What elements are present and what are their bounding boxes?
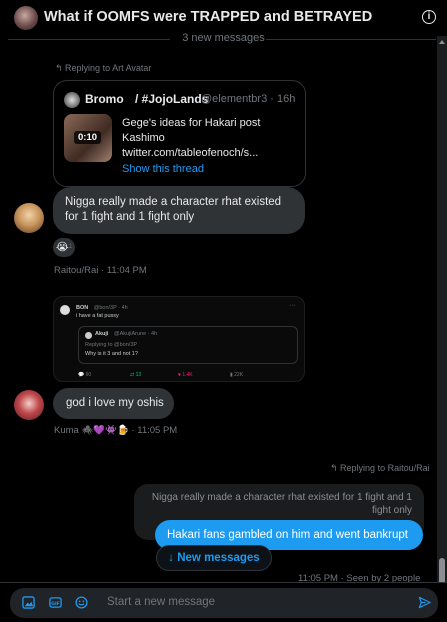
embed-text: i have a fat pussy	[76, 313, 119, 319]
inner-text: Why is it 3 and not 1?	[85, 351, 138, 357]
inner-handle: @AkujiArune · 4h	[113, 331, 158, 337]
message-time-2: 11:05 PM	[137, 425, 178, 436]
quote-handle: @elementbr3 · 16h	[201, 93, 296, 105]
quoted-tweet-card[interactable]: Bromo / #JojoLands @elementbr3 · 16h 0:1…	[53, 80, 306, 187]
reaction-count: 1	[68, 244, 73, 250]
embed-like-count: ♥ 1.4K	[178, 372, 193, 378]
sender-name-2: Kuma	[54, 425, 79, 436]
message-meta: Raitou/Rai · 11:04 PM	[54, 265, 147, 276]
embed-author-name: BON	[76, 305, 89, 311]
message-meta-2: Kuma 🕷️💜👾🍺 · 11:05 PM	[54, 425, 178, 436]
inner-reply: Replying to @bon/3P	[85, 342, 138, 348]
sender-emojis: 🕷️💜👾🍺	[81, 425, 129, 436]
send-icon[interactable]	[418, 596, 431, 609]
scroll-down-icon[interactable]	[439, 574, 445, 578]
show-thread-link[interactable]: Show this thread	[122, 163, 204, 175]
conversation-title: What if OOMFS were TRAPPED and BETRAYED	[44, 9, 373, 25]
sender-avatar[interactable]	[14, 203, 44, 233]
quote-author: Bromo	[85, 92, 124, 106]
quoted-message-text: Nigga really made a character rhat exist…	[151, 492, 412, 516]
sender-name: Raitou/Rai	[54, 265, 99, 276]
sender-avatar-2[interactable]	[14, 390, 44, 420]
view-count: 22K	[234, 372, 244, 378]
message-bubble: Nigga really made a character rhat exist…	[53, 187, 305, 234]
inner-avatar	[85, 332, 92, 339]
gif-icon[interactable]: GIF	[49, 596, 62, 609]
reply-arrow-icon: ↰	[55, 63, 66, 73]
svg-text:GIF: GIF	[51, 601, 60, 607]
new-messages-button[interactable]: ↓ New messages	[156, 545, 272, 571]
new-messages-divider: 3 new messages	[0, 32, 447, 46]
reply-context-label-2: Replying to Raitou/Rai	[340, 463, 430, 473]
retweet-count: 13	[135, 372, 142, 378]
quote-author-name: Bromo / #JojoLands	[85, 92, 208, 106]
inner-author: Akuji @AkujiArune · 4h	[95, 331, 157, 337]
message-composer[interactable]: GIF Start a new message	[10, 588, 438, 618]
quote-author-avatar	[64, 92, 80, 108]
inner-author-name: Akuji	[95, 331, 109, 337]
more-icon: ···	[289, 302, 296, 309]
crying-emoji: 😭	[55, 241, 69, 254]
group-avatar[interactable]	[14, 6, 38, 30]
embed-view-count: ▮ 22K	[230, 372, 244, 378]
like-count: 1.4K	[182, 372, 193, 378]
reply-arrow-icon: ↰	[330, 463, 341, 473]
conversation-header: What if OOMFS were TRAPPED and BETRAYED …	[0, 0, 447, 36]
quote-title-part: / #JojoLands	[135, 92, 209, 106]
quote-link[interactable]: twitter.com/tableofenoch/s...	[122, 147, 258, 159]
reply-context-label: Replying to Art Avatar	[65, 63, 152, 73]
tweet-screenshot-image[interactable]: BON @bon/3P · 4h i have a fat pussy ··· …	[53, 296, 305, 382]
message-input-placeholder[interactable]: Start a new message	[107, 596, 215, 608]
scrollbar[interactable]	[437, 36, 447, 602]
emoji-icon[interactable]	[75, 596, 88, 609]
video-duration: 0:10	[74, 131, 102, 144]
reply-context[interactable]: ↰ Replying to Art Avatar	[55, 63, 151, 74]
embed-author: BON @bon/3P · 4h	[76, 305, 128, 311]
message-bubble-2: god i love my oshis	[53, 388, 174, 419]
video-thumbnail[interactable]: 0:10	[64, 114, 112, 162]
reply-count: 60	[85, 372, 92, 378]
reply-context-2[interactable]: ↰ Replying to Raitou/Rai	[330, 463, 430, 474]
image-icon[interactable]	[22, 596, 35, 609]
embed-inner-quote: Akuji @AkujiArune · 4h Replying to @bon/…	[78, 326, 298, 364]
quote-text-body: Gege's ideas for Hakari post Kashimo	[122, 117, 261, 144]
quote-text: Gege's ideas for Hakari post Kashimo twi…	[122, 116, 302, 161]
embed-retweet-count: ⇄ 13	[130, 372, 142, 378]
info-icon[interactable]: i	[422, 10, 436, 24]
embed-reply-count: 💬 60	[78, 372, 92, 378]
divider-label: 3 new messages	[182, 32, 265, 44]
message-time: 11:04 PM	[106, 265, 147, 276]
embed-avatar	[60, 305, 70, 315]
reaction-badge[interactable]: 😭1	[53, 238, 75, 257]
scroll-up-icon[interactable]	[439, 40, 445, 44]
embed-handle: @bon/3P · 4h	[93, 305, 128, 311]
